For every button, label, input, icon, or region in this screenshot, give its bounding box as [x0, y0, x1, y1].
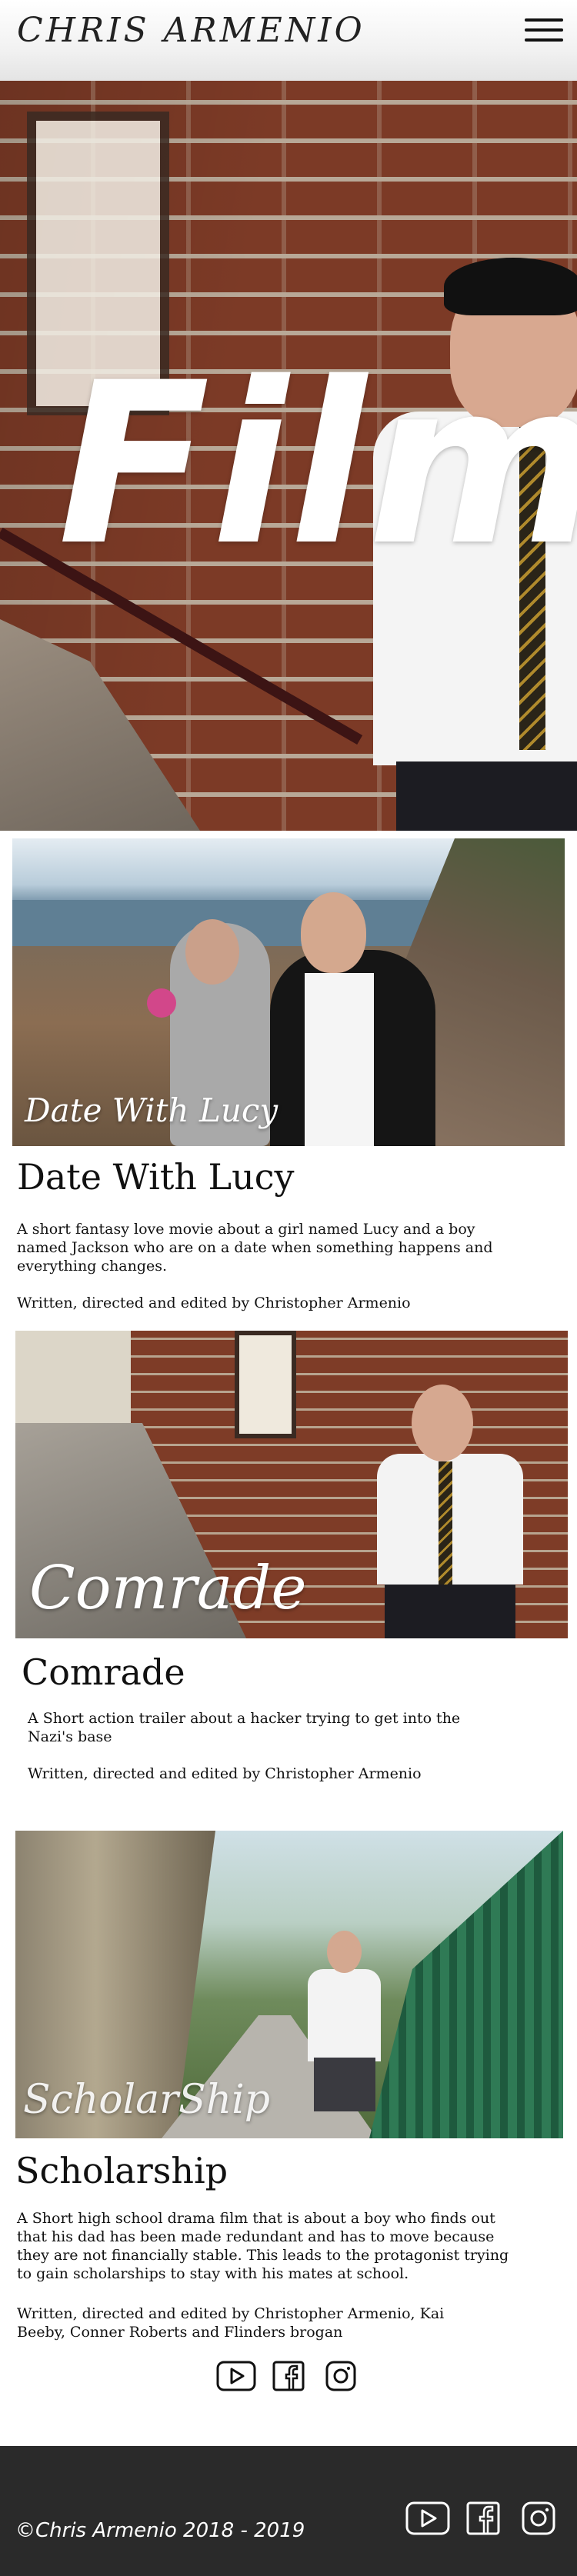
film-credits: Written, directed and edited by Christop… [17, 1295, 411, 1311]
actor-tie [439, 1461, 452, 1600]
footer-copyright: ©Chris Armenio 2018 - 2019 [15, 2519, 305, 2542]
hero-title: Film [58, 335, 577, 595]
thumb-girl-head [185, 919, 239, 985]
footer-social-links [405, 2500, 562, 2537]
thumb-actor [377, 1385, 539, 1638]
film-card-date-with-lucy: Date With Lucy Date With Lucy A short fa… [0, 831, 577, 1331]
site-title[interactable]: CHRIS ARMENIO [17, 11, 365, 50]
actor-head [327, 1931, 362, 1973]
film-card-scholarship: ScholarShip Scholarship A Short high sch… [0, 1831, 577, 2446]
facebook-icon[interactable] [268, 2360, 309, 2392]
hamburger-menu-icon[interactable] [525, 18, 563, 42]
thumbnail-caption: ScholarShip [23, 2077, 271, 2123]
film-thumbnail[interactable]: Comrade [15, 1331, 568, 1638]
thumb-flower [147, 988, 176, 1018]
site-footer: ©Chris Armenio 2018 - 2019 [0, 2446, 577, 2576]
film-title: Date With Lucy [17, 1156, 295, 1198]
film-thumbnail[interactable]: Date With Lucy [12, 838, 565, 1146]
film-thumbnail[interactable]: ScholarShip [15, 1831, 563, 2138]
film-description: A short fantasy love movie about a girl … [17, 1221, 493, 1275]
thumb-actor [300, 1931, 385, 2138]
instagram-icon[interactable] [320, 2360, 362, 2392]
actor-shorts [314, 2058, 375, 2111]
thumb-boy-head [301, 892, 366, 973]
instagram-icon[interactable] [515, 2500, 562, 2537]
menu-bar [525, 38, 563, 42]
film-credits: Written, directed and edited by Christop… [28, 1765, 422, 1782]
facebook-icon[interactable] [460, 2500, 506, 2537]
actor-head [412, 1385, 473, 1461]
thumbnail-caption: Comrade [29, 1554, 307, 1623]
thumb-background [15, 1331, 131, 1423]
thumbnail-caption: Date With Lucy [25, 1091, 278, 1129]
menu-bar [525, 28, 563, 32]
thumb-boy-shirt [305, 973, 374, 1146]
actor-hair [444, 258, 577, 315]
film-credits: Written, directed and edited by Christop… [17, 2305, 445, 2341]
film-card-comrade: Comrade Comrade A Short action trailer a… [0, 1331, 577, 1831]
site-header: CHRIS ARMENIO [0, 0, 577, 81]
youtube-icon[interactable] [405, 2500, 451, 2537]
thumb-noticeboard [235, 1331, 296, 1438]
menu-bar [525, 18, 563, 22]
film-description: A Short high school drama film that is a… [17, 2210, 509, 2282]
hero-banner: Film [0, 81, 577, 831]
film-description: A Short action trailer about a hacker tr… [28, 1710, 461, 1745]
actor-shirt [308, 1969, 381, 2061]
youtube-icon[interactable] [215, 2360, 257, 2392]
actor-pants [385, 1585, 515, 1638]
film-title: Scholarship [15, 2150, 228, 2191]
social-links [0, 2360, 577, 2392]
actor-pants [396, 761, 577, 831]
film-title: Comrade [22, 1651, 185, 1693]
